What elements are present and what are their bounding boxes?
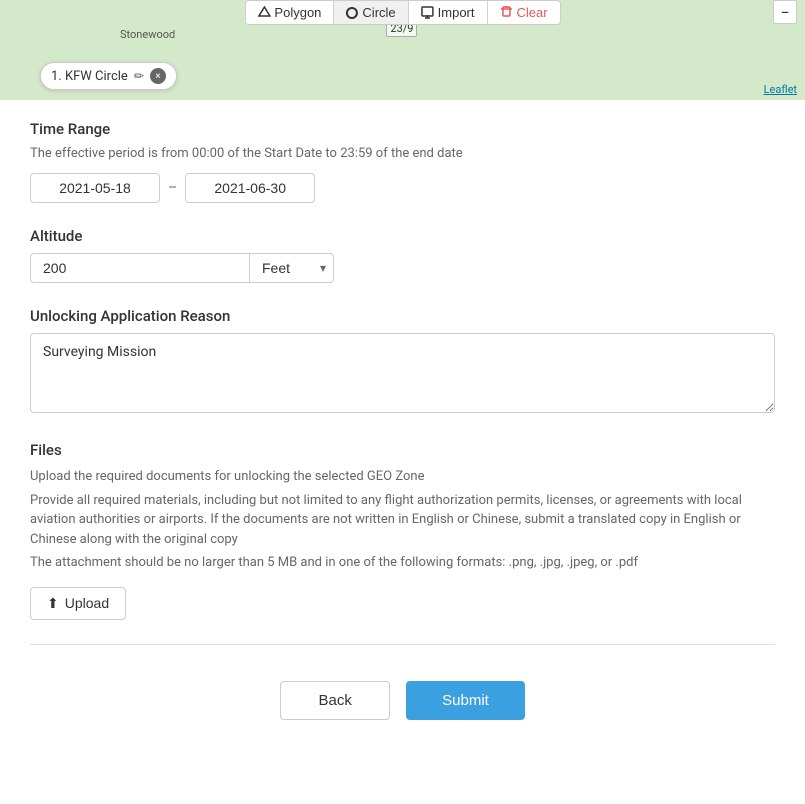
reason-textarea[interactable]	[30, 333, 775, 413]
footer-divider	[30, 644, 775, 645]
upload-button[interactable]: ⬆ Upload	[30, 587, 126, 620]
time-range-section: Time Range The effective period is from …	[30, 120, 775, 203]
main-content: Time Range The effective period is from …	[0, 100, 805, 770]
altitude-row: Feet Meters	[30, 253, 775, 283]
altitude-unit-select[interactable]: Feet Meters	[250, 253, 334, 283]
leaflet-attribution: Leaflet	[764, 83, 797, 96]
altitude-unit-wrapper: Feet Meters	[250, 253, 334, 283]
date-range-row: –	[30, 173, 775, 203]
time-range-label: Time Range	[30, 120, 775, 138]
clear-tool-button[interactable]: Clear	[487, 1, 559, 24]
clear-icon	[499, 6, 512, 19]
reason-label: Unlocking Application Reason	[30, 307, 775, 325]
back-button[interactable]: Back	[280, 681, 390, 720]
upload-icon: ⬆	[47, 595, 59, 612]
reason-section: Unlocking Application Reason	[30, 307, 775, 417]
upload-label: Upload	[65, 595, 109, 611]
files-desc1: Upload the required documents for unlock…	[30, 467, 775, 487]
time-range-description: The effective period is from 00:00 of th…	[30, 146, 775, 161]
end-date-input[interactable]	[185, 173, 315, 203]
files-label: Files	[30, 441, 775, 459]
stonewood-label: Stonewood	[120, 28, 175, 41]
kfw-close-button[interactable]: ×	[150, 68, 166, 84]
clear-label: Clear	[516, 5, 547, 20]
map-background: Polygon Circle Import C	[0, 0, 805, 100]
map-toolbar: Polygon Circle Import C	[244, 0, 560, 25]
polygon-label: Polygon	[274, 5, 321, 20]
altitude-label: Altitude	[30, 227, 775, 245]
files-desc3: The attachment should be no larger than …	[30, 553, 775, 573]
circle-icon	[346, 7, 358, 19]
altitude-input[interactable]	[30, 253, 250, 283]
kfw-edit-icon: ✏	[134, 69, 144, 83]
import-label: Import	[438, 5, 475, 20]
altitude-section: Altitude Feet Meters	[30, 227, 775, 283]
files-section: Files Upload the required documents for …	[30, 441, 775, 620]
start-date-input[interactable]	[30, 173, 160, 203]
circle-tool-button[interactable]: Circle	[334, 1, 408, 24]
kfw-badge-text: 1. KFW Circle	[51, 69, 128, 84]
footer-buttons: Back Submit	[30, 665, 775, 750]
submit-button[interactable]: Submit	[406, 681, 525, 720]
map-container: Polygon Circle Import C	[0, 0, 805, 100]
kfw-circle-badge: 1. KFW Circle ✏ ×	[40, 62, 177, 90]
date-separator: –	[168, 180, 177, 196]
zoom-out-button[interactable]: −	[773, 0, 797, 24]
circle-label: Circle	[362, 5, 395, 20]
import-icon	[421, 6, 434, 19]
files-desc2: Provide all required materials, includin…	[30, 491, 775, 550]
import-tool-button[interactable]: Import	[409, 1, 488, 24]
polygon-icon	[257, 6, 270, 19]
polygon-tool-button[interactable]: Polygon	[245, 1, 334, 24]
